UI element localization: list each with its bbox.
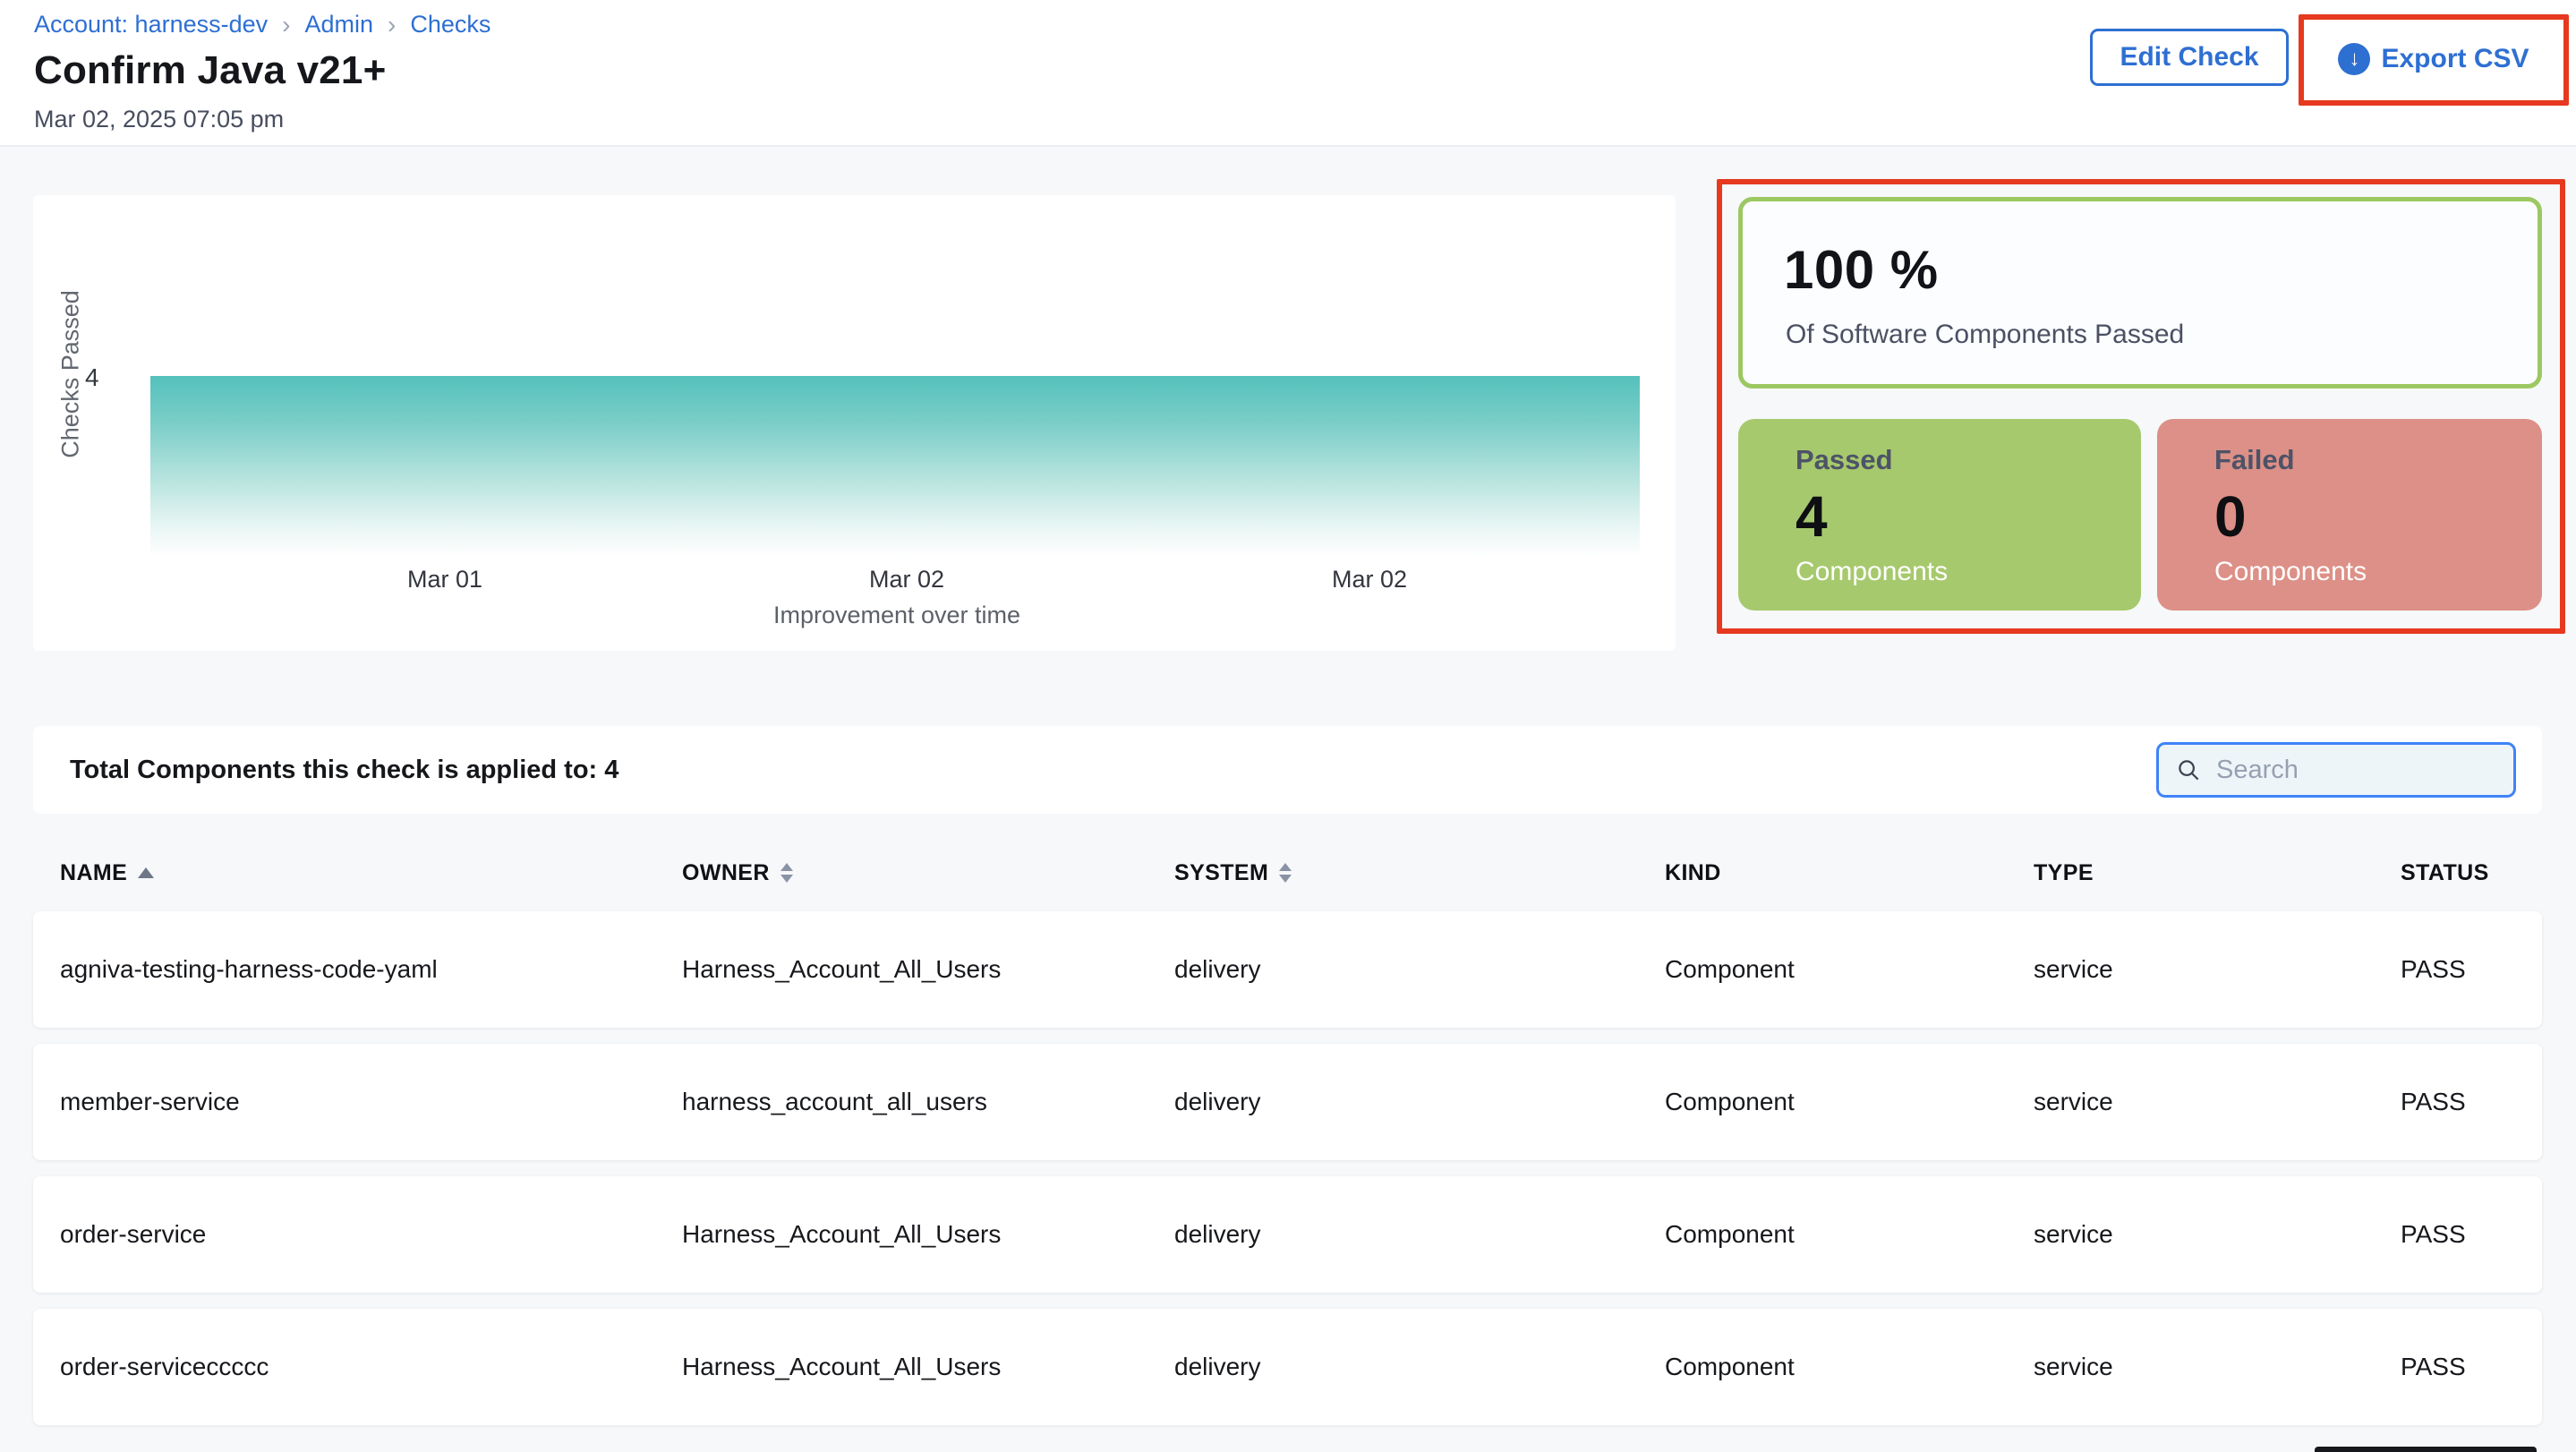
cell-name: agniva-testing-harness-code-yaml (60, 955, 682, 984)
cell-status: PASS (2401, 955, 2542, 984)
breadcrumb-admin-link[interactable]: Admin (304, 11, 373, 38)
cell-kind: Component (1665, 1088, 2034, 1116)
cell-kind: Component (1665, 1353, 2034, 1381)
cell-type: service (2034, 1353, 2401, 1381)
passed-unit: Components (1796, 557, 2141, 587)
table-summary-bar: Total Components this check is applied t… (33, 726, 2542, 814)
breadcrumb-account-link[interactable]: Account: harness-dev (34, 11, 268, 38)
bottom-tooltip-peek (2315, 1447, 2537, 1452)
chevron-right-icon: › (282, 13, 290, 38)
search-box (2156, 742, 2516, 798)
table-row[interactable]: order-service Harness_Account_All_Users … (33, 1176, 2542, 1293)
column-header-owner[interactable]: OWNER (682, 860, 1174, 886)
edit-check-button[interactable]: Edit Check (2090, 29, 2289, 86)
cell-system: delivery (1174, 1353, 1665, 1381)
cell-name: order-serviceccccc (60, 1353, 682, 1381)
y-axis-label: Checks Passed (57, 290, 85, 458)
checks-passed-chart: Checks Passed 4 Mar 01 Mar 02 Mar 02 Imp… (33, 195, 1676, 651)
column-header-system[interactable]: SYSTEM (1174, 860, 1665, 886)
page-title: Confirm Java v21+ (34, 48, 387, 93)
failed-label: Failed (2214, 444, 2542, 476)
cell-type: service (2034, 1220, 2401, 1249)
column-header-name[interactable]: NAME (60, 860, 682, 886)
page-header: Account: harness-dev › Admin › Checks Co… (0, 0, 2576, 147)
export-csv-button[interactable]: ↓ Export CSV (2318, 30, 2549, 88)
table-row[interactable]: agniva-testing-harness-code-yaml Harness… (33, 911, 2542, 1028)
cell-kind: Component (1665, 955, 2034, 984)
cell-type: service (2034, 1088, 2401, 1116)
percent-passed-card: 100 % Of Software Components Passed (1738, 197, 2542, 389)
cell-owner: harness_account_all_users (682, 1088, 1174, 1116)
passed-label: Passed (1796, 444, 2141, 476)
sort-both-icon (780, 863, 793, 883)
cell-kind: Component (1665, 1220, 2034, 1249)
sort-asc-icon (138, 867, 154, 878)
percent-passed-value: 100 % (1784, 239, 1939, 301)
check-timestamp: Mar 02, 2025 07:05 pm (34, 106, 284, 133)
search-input[interactable] (2214, 755, 2497, 786)
x-axis-label: Improvement over time (773, 602, 1020, 629)
column-header-status: STATUS (2401, 860, 2542, 886)
passed-count: 4 (1796, 483, 2141, 550)
column-header-kind: KIND (1665, 860, 2034, 886)
cell-status: PASS (2401, 1353, 2542, 1381)
cell-name: order-service (60, 1220, 682, 1249)
cell-system: delivery (1174, 955, 1665, 984)
x-axis-tick: Mar 02 (1332, 566, 1407, 594)
area-series-fill (150, 376, 1640, 557)
cell-system: delivery (1174, 1220, 1665, 1249)
table-header-row: NAME OWNER SYSTEM KIND TYPE STATUS (33, 847, 2542, 899)
cell-owner: Harness_Account_All_Users (682, 955, 1174, 984)
percent-passed-caption: Of Software Components Passed (1786, 320, 2184, 350)
failed-count: 0 (2214, 483, 2542, 550)
cell-name: member-service (60, 1088, 682, 1116)
x-axis-tick: Mar 02 (869, 566, 944, 594)
cell-owner: Harness_Account_All_Users (682, 1220, 1174, 1249)
table-row[interactable]: order-serviceccccc Harness_Account_All_U… (33, 1309, 2542, 1425)
x-axis-tick: Mar 01 (407, 566, 482, 594)
cell-status: PASS (2401, 1220, 2542, 1249)
breadcrumb: Account: harness-dev › Admin › Checks (34, 11, 490, 38)
sort-both-icon (1279, 863, 1292, 883)
column-header-type: TYPE (2034, 860, 2401, 886)
table-row[interactable]: member-service harness_account_all_users… (33, 1044, 2542, 1160)
passed-card: Passed 4 Components (1738, 419, 2141, 611)
download-icon: ↓ (2338, 43, 2370, 75)
failed-unit: Components (2214, 557, 2542, 587)
cell-system: delivery (1174, 1088, 1665, 1116)
cell-type: service (2034, 955, 2401, 984)
export-csv-label: Export CSV (2381, 44, 2529, 74)
cell-status: PASS (2401, 1088, 2542, 1116)
failed-card: Failed 0 Components (2157, 419, 2542, 611)
breadcrumb-checks-link[interactable]: Checks (410, 11, 490, 38)
search-icon (2175, 756, 2202, 783)
chevron-right-icon: › (388, 13, 396, 38)
cell-owner: Harness_Account_All_Users (682, 1353, 1174, 1381)
total-components-summary: Total Components this check is applied t… (70, 726, 618, 814)
y-axis-tick: 4 (85, 363, 99, 392)
